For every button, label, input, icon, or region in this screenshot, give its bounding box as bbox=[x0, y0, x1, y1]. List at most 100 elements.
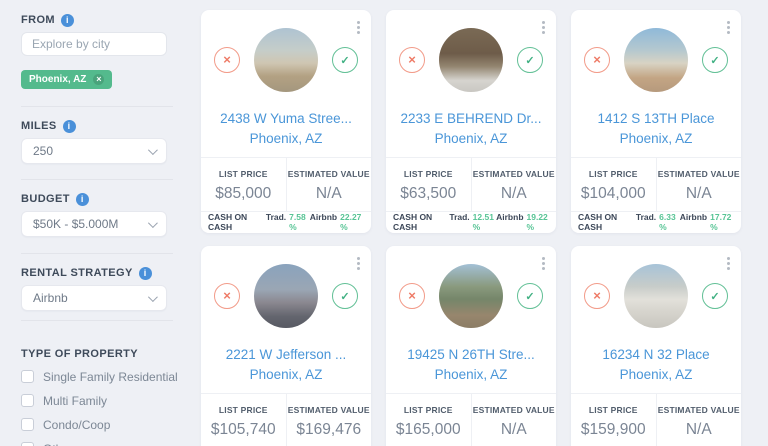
sidebar-divider bbox=[21, 320, 173, 321]
property-title-link[interactable]: 2233 E BEHREND Dr... Phoenix, AZ bbox=[386, 109, 556, 150]
property-title-link[interactable]: 16234 N 32 Place Phoenix, AZ bbox=[571, 345, 741, 386]
miles-label: MILES bbox=[21, 120, 57, 132]
check-icon bbox=[340, 51, 349, 69]
trad-label: Trad. bbox=[266, 212, 286, 232]
x-icon bbox=[593, 51, 601, 69]
price-section: LIST PRICE $105,740 ESTIMATED VALUE $169… bbox=[201, 394, 371, 446]
checkbox[interactable] bbox=[21, 370, 34, 383]
chevron-down-icon bbox=[148, 218, 158, 228]
checkbox-label: Single Family Residential bbox=[43, 370, 178, 384]
property-title-link[interactable]: 19425 N 26TH Stre... Phoenix, AZ bbox=[386, 345, 556, 386]
airbnb-coc-value: 22.27 % bbox=[340, 212, 364, 232]
property-photo[interactable] bbox=[624, 28, 688, 92]
property-address: 19425 N 26TH Stre... bbox=[386, 345, 556, 365]
property-type-option-multi-family[interactable]: Multi Family bbox=[21, 393, 198, 408]
trad-coc-value: 7.58 % bbox=[289, 212, 310, 232]
approve-property-button[interactable] bbox=[517, 47, 543, 73]
property-type-option-condo-coop[interactable]: Condo/Coop bbox=[21, 417, 198, 432]
chevron-down-icon bbox=[148, 292, 158, 302]
property-city: Phoenix, AZ bbox=[386, 129, 556, 149]
estimated-value: N/A bbox=[657, 185, 742, 203]
check-icon bbox=[340, 287, 349, 305]
list-price-value: $85,000 bbox=[201, 185, 286, 203]
x-icon bbox=[408, 287, 416, 305]
price-section: LIST PRICE $85,000 ESTIMATED VALUE N/A bbox=[201, 158, 371, 211]
cash-on-cash-label: CASH ON CASH bbox=[393, 212, 449, 232]
checkbox[interactable] bbox=[21, 418, 34, 431]
x-icon bbox=[223, 287, 231, 305]
airbnb-label: Airbnb bbox=[680, 212, 707, 232]
list-price-value: $159,900 bbox=[571, 421, 656, 439]
estimated-value: N/A bbox=[472, 421, 557, 439]
property-address: 1412 S 13TH Place bbox=[571, 109, 741, 129]
info-icon[interactable] bbox=[63, 120, 76, 133]
card-menu-kebab-icon[interactable] bbox=[540, 255, 547, 272]
list-price-label: LIST PRICE bbox=[571, 405, 656, 415]
estimated-value: N/A bbox=[472, 185, 557, 203]
property-title-link[interactable]: 1412 S 13TH Place Phoenix, AZ bbox=[571, 109, 741, 150]
reject-property-button[interactable] bbox=[584, 47, 610, 73]
property-title-link[interactable]: 2438 W Yuma Stree... Phoenix, AZ bbox=[201, 109, 371, 150]
reject-property-button[interactable] bbox=[399, 283, 425, 309]
property-photo[interactable] bbox=[254, 28, 318, 92]
list-price-value: $165,000 bbox=[386, 421, 471, 439]
property-card: 2233 E BEHREND Dr... Phoenix, AZ LIST PR… bbox=[386, 10, 556, 233]
property-type-option-other[interactable]: Other bbox=[21, 441, 198, 446]
property-title-link[interactable]: 2221 W Jefferson ... Phoenix, AZ bbox=[201, 345, 371, 386]
trad-coc-value: 12.51 % bbox=[473, 212, 496, 232]
card-menu-kebab-icon[interactable] bbox=[540, 19, 547, 36]
check-icon bbox=[710, 51, 719, 69]
info-icon[interactable] bbox=[139, 267, 152, 280]
property-photo[interactable] bbox=[624, 264, 688, 328]
list-price-label: LIST PRICE bbox=[571, 169, 656, 179]
info-icon[interactable] bbox=[61, 14, 74, 27]
reject-property-button[interactable] bbox=[214, 283, 240, 309]
estimated-value: N/A bbox=[287, 185, 372, 203]
type-of-property-label: TYPE OF PROPERTY bbox=[21, 348, 198, 360]
budget-filter-label: BUDGET bbox=[21, 193, 198, 205]
property-city: Phoenix, AZ bbox=[386, 365, 556, 385]
city-tag[interactable]: Phoenix, AZ bbox=[21, 70, 112, 89]
airbnb-label: Airbnb bbox=[310, 212, 337, 232]
check-icon bbox=[710, 287, 719, 305]
card-menu-kebab-icon[interactable] bbox=[355, 255, 362, 272]
approve-property-button[interactable] bbox=[702, 47, 728, 73]
checkbox[interactable] bbox=[21, 442, 34, 446]
property-type-option-single-family[interactable]: Single Family Residential bbox=[21, 369, 198, 384]
property-card: 19425 N 26TH Stre... Phoenix, AZ LIST PR… bbox=[386, 246, 556, 446]
property-photo[interactable] bbox=[439, 28, 503, 92]
property-photo[interactable] bbox=[254, 264, 318, 328]
budget-label: BUDGET bbox=[21, 193, 70, 205]
trad-coc-value: 6.33 % bbox=[659, 212, 680, 232]
list-price-value: $63,500 bbox=[386, 185, 471, 203]
rental-strategy-select[interactable]: Airbnb bbox=[21, 285, 167, 311]
reject-property-button[interactable] bbox=[584, 283, 610, 309]
reject-property-button[interactable] bbox=[214, 47, 240, 73]
city-search-input[interactable] bbox=[21, 32, 167, 56]
property-card: 2438 W Yuma Stree... Phoenix, AZ LIST PR… bbox=[201, 10, 371, 233]
remove-city-icon[interactable] bbox=[93, 74, 104, 85]
x-icon bbox=[223, 51, 231, 69]
check-icon bbox=[525, 287, 534, 305]
budget-select[interactable]: $50K - $5.000M bbox=[21, 211, 167, 237]
miles-select[interactable]: 250 bbox=[21, 138, 167, 164]
approve-property-button[interactable] bbox=[332, 47, 358, 73]
property-city: Phoenix, AZ bbox=[201, 365, 371, 385]
estimated-value-label: ESTIMATED VALUE bbox=[287, 405, 372, 415]
card-menu-kebab-icon[interactable] bbox=[725, 19, 732, 36]
reject-property-button[interactable] bbox=[399, 47, 425, 73]
price-section: LIST PRICE $104,000 ESTIMATED VALUE N/A bbox=[571, 158, 741, 211]
approve-property-button[interactable] bbox=[332, 283, 358, 309]
card-menu-kebab-icon[interactable] bbox=[355, 19, 362, 36]
card-menu-kebab-icon[interactable] bbox=[725, 255, 732, 272]
rental-strategy-label: RENTAL STRATEGY bbox=[21, 267, 133, 279]
info-icon[interactable] bbox=[76, 193, 89, 206]
approve-property-button[interactable] bbox=[702, 283, 728, 309]
budget-selected-value: $50K - $5.000M bbox=[33, 217, 118, 231]
property-photo[interactable] bbox=[439, 264, 503, 328]
property-address: 2233 E BEHREND Dr... bbox=[386, 109, 556, 129]
miles-filter-label: MILES bbox=[21, 120, 198, 132]
property-city: Phoenix, AZ bbox=[201, 129, 371, 149]
approve-property-button[interactable] bbox=[517, 283, 543, 309]
checkbox[interactable] bbox=[21, 394, 34, 407]
